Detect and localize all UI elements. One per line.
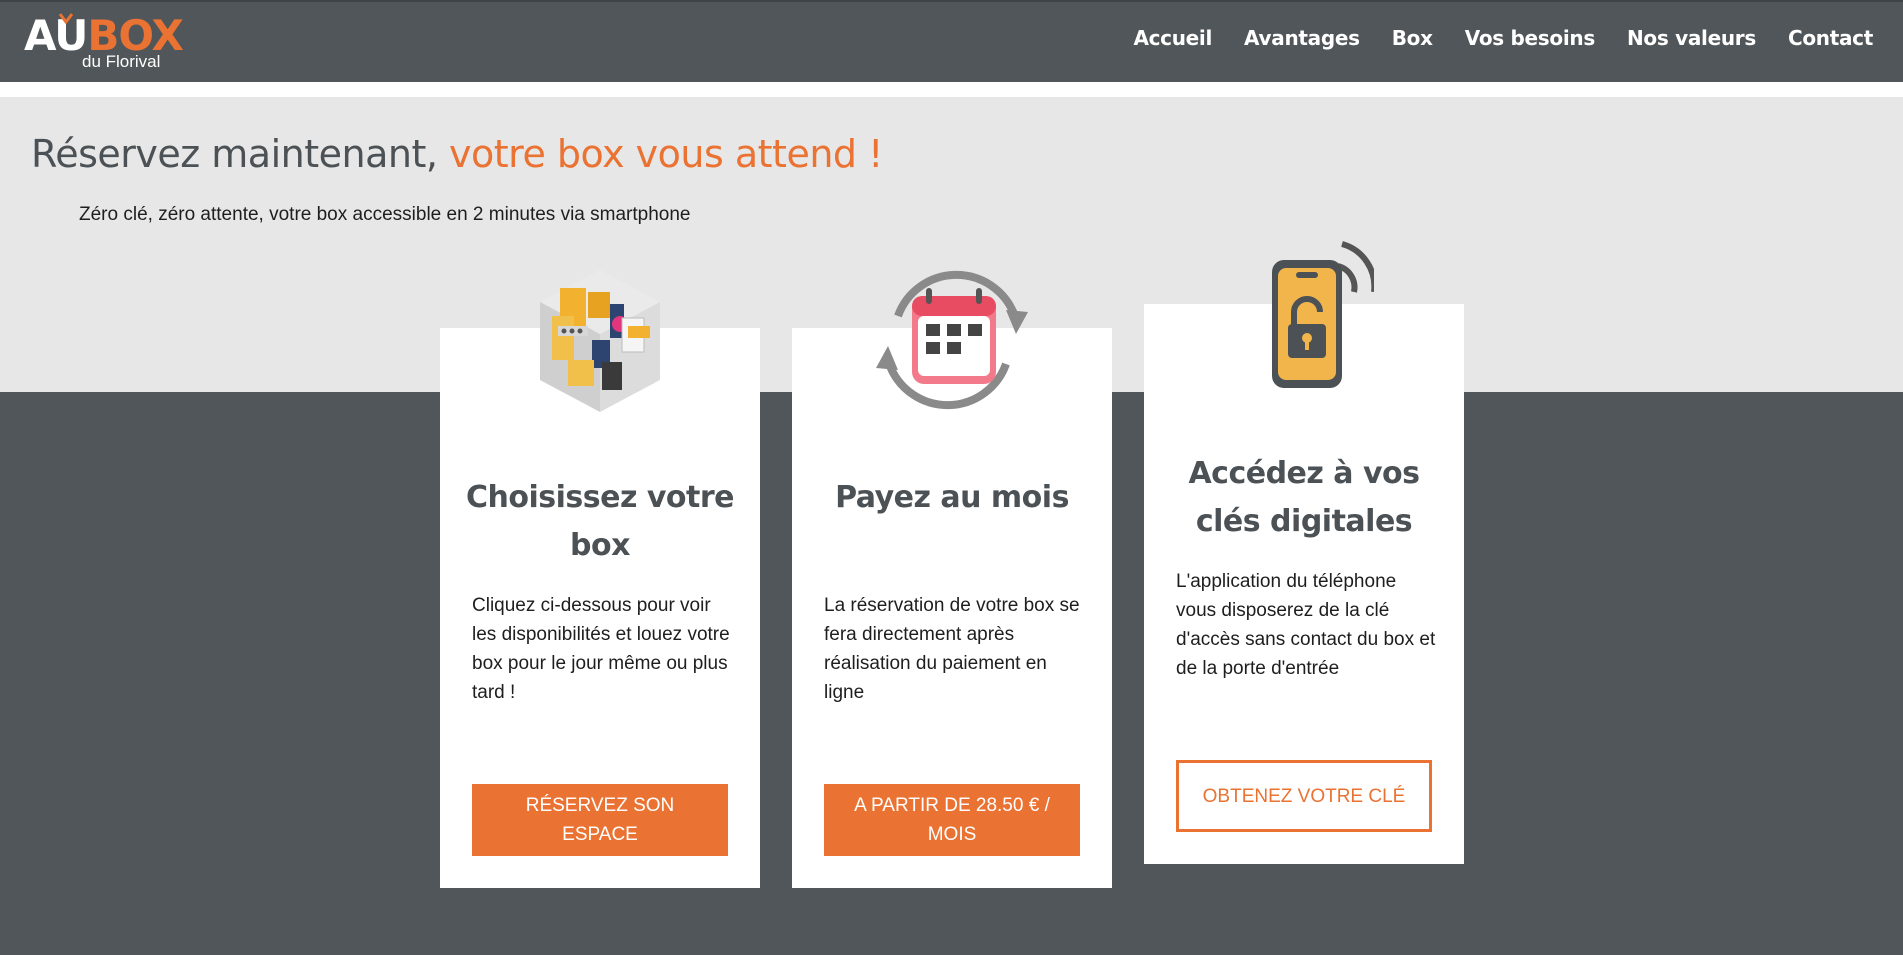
price-button[interactable]: A PARTIR DE 28.50 € / MOIS bbox=[824, 784, 1080, 856]
reserve-space-button[interactable]: RÉSERVEZ SON ESPACE bbox=[472, 784, 728, 856]
card-digital-keys: Accédez à vos clés digitales L'applicati… bbox=[1144, 241, 1464, 864]
calendar-refresh-icon bbox=[876, 270, 1028, 410]
site-header: AUBOX du Florival Accueil Avantages Box … bbox=[0, 0, 1903, 82]
card-title: Payez au mois bbox=[835, 480, 1069, 515]
page-title-accent: votre box vous attend ! bbox=[449, 132, 883, 176]
phone-unlock-icon bbox=[1272, 241, 1374, 388]
get-key-button[interactable]: OBTENEZ VOTRE CLÉ bbox=[1176, 760, 1432, 832]
card-title: Choisissez votre box bbox=[465, 480, 735, 563]
nav-vos-besoins[interactable]: Vos besoins bbox=[1465, 26, 1596, 50]
card-description: L'application du téléphone vous disposer… bbox=[1176, 571, 1436, 679]
page-title-main: Réservez maintenant, bbox=[31, 132, 450, 176]
hero-subtitle: Zéro clé, zéro attente, votre box access… bbox=[79, 204, 691, 225]
card-description: Cliquez ci-dessous pour voir les disponi… bbox=[472, 595, 730, 703]
nav-contact[interactable]: Contact bbox=[1788, 26, 1873, 50]
site-logo[interactable]: AUBOX du Florival bbox=[24, 12, 184, 76]
card-description: La réservation de votre box se fera dire… bbox=[824, 595, 1080, 703]
nav-box[interactable]: Box bbox=[1392, 26, 1433, 50]
card-title: Accédez à vos clés digitales bbox=[1188, 456, 1420, 539]
logo-subtitle: du Florival bbox=[82, 52, 161, 71]
header-separator bbox=[0, 82, 1903, 97]
logo-check-icon bbox=[58, 13, 74, 24]
main-nav: Accueil Avantages Box Vos besoins Nos va… bbox=[1133, 26, 1873, 50]
nav-nos-valeurs[interactable]: Nos valeurs bbox=[1627, 26, 1756, 50]
card-choose-box: Choisissez votre box Cliquez ci-dessous … bbox=[440, 270, 760, 888]
nav-avantages[interactable]: Avantages bbox=[1244, 26, 1360, 50]
card-pay-monthly: Payez au mois La réservation de votre bo… bbox=[792, 270, 1112, 888]
storage-box-icon bbox=[540, 270, 660, 412]
page-title: Réservez maintenant, votre box vous atte… bbox=[31, 132, 883, 176]
nav-accueil[interactable]: Accueil bbox=[1133, 26, 1212, 50]
